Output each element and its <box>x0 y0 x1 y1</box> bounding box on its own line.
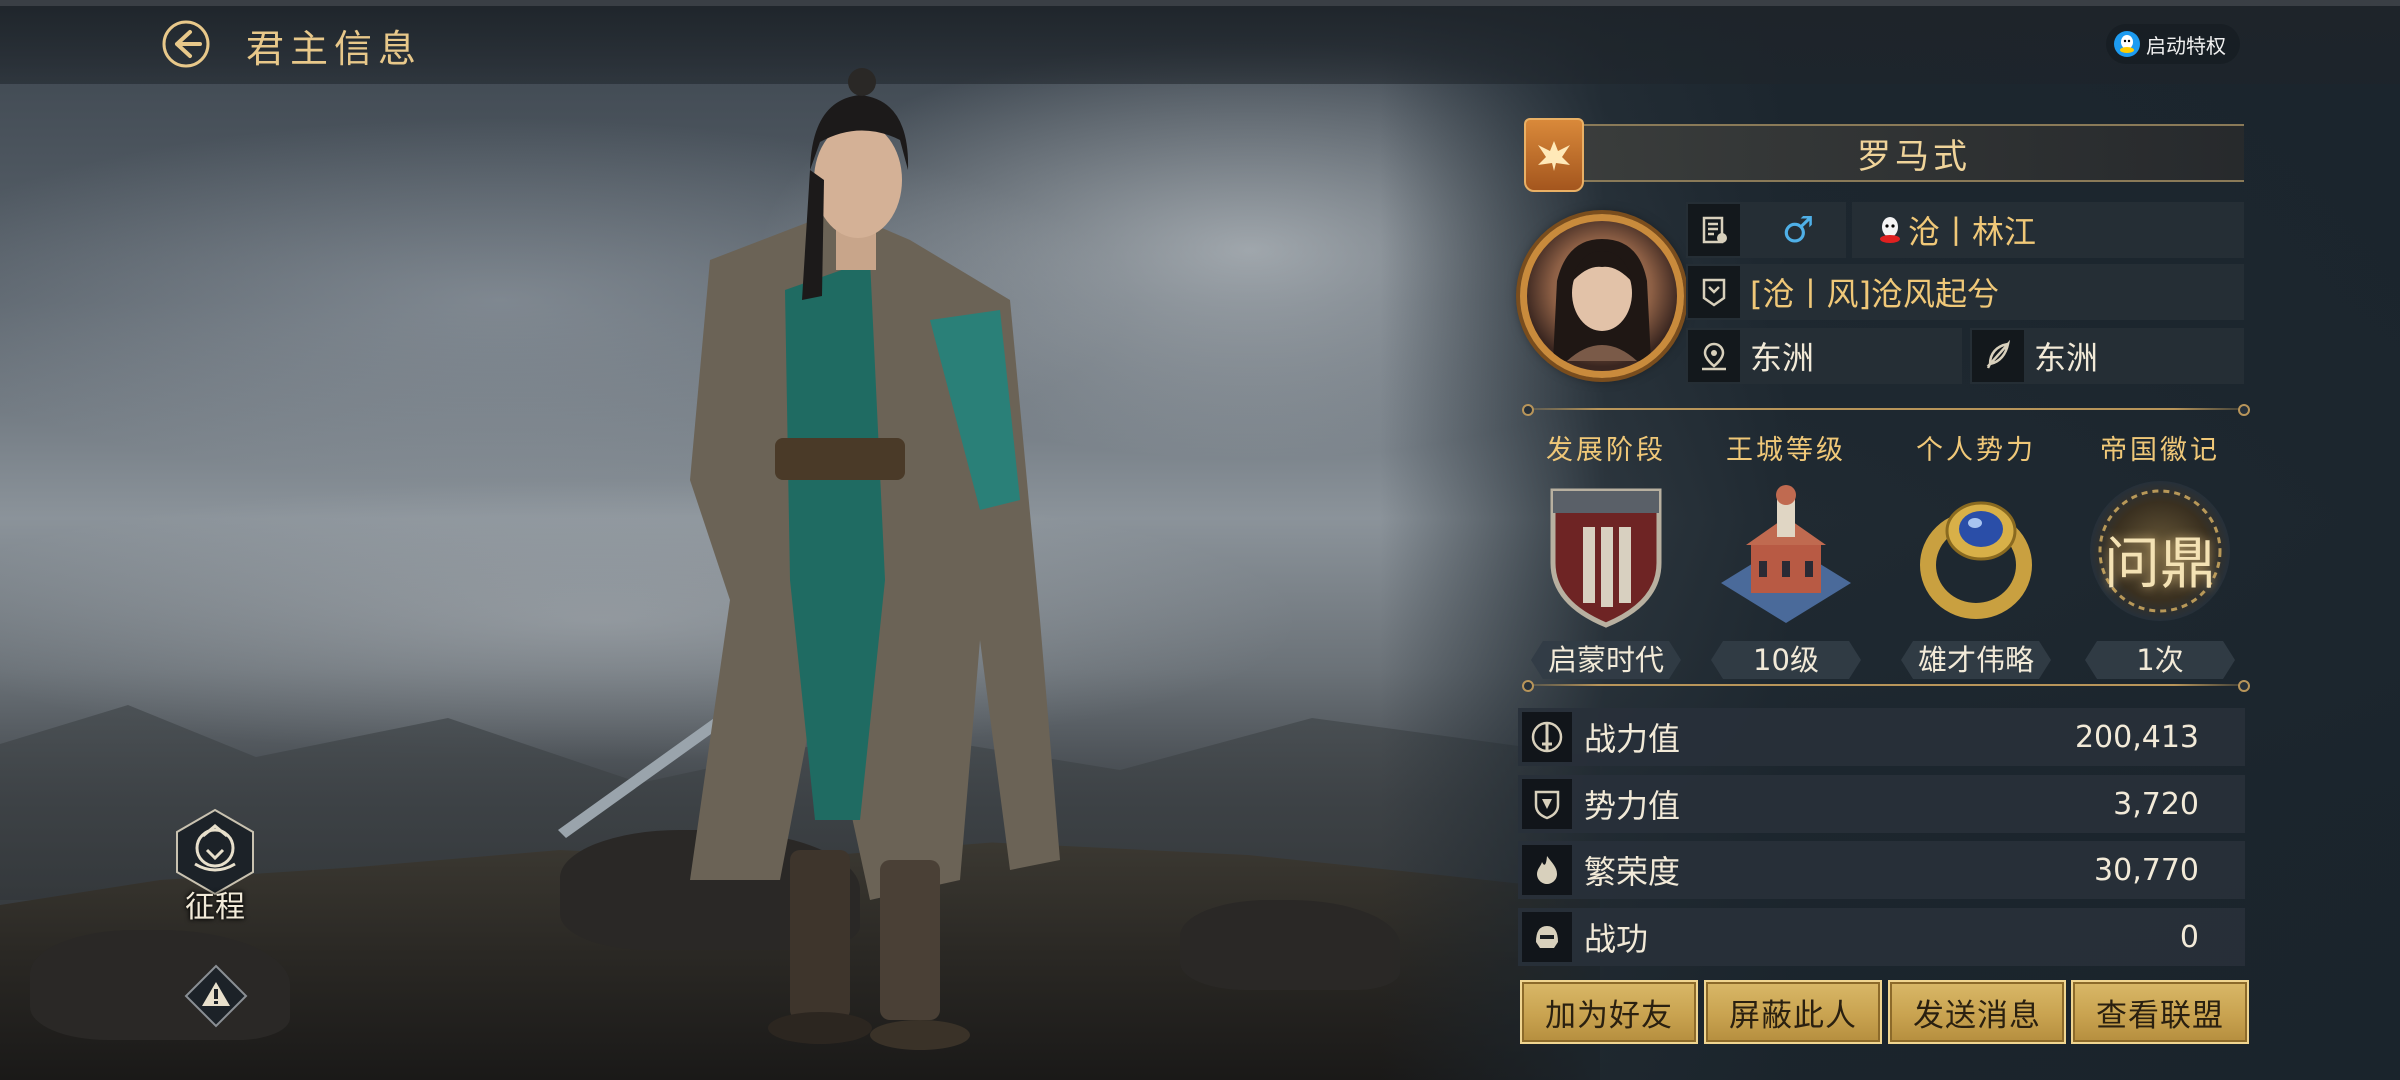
head <box>814 122 902 238</box>
back-button[interactable] <box>158 18 214 70</box>
shield-icon <box>1522 779 1572 829</box>
background-rock <box>1180 900 1400 990</box>
server-name: 沧丨林江 <box>1908 213 2037 251</box>
expedition-button[interactable]: 征程 <box>160 806 270 926</box>
stat-value: 200,413 <box>2074 719 2199 755</box>
alliance-cell[interactable]: [沧丨风]沧风起兮 <box>1686 264 2244 320</box>
stat-row-influence[interactable]: 势力值 3,720 <box>1518 775 2245 833</box>
alliance-banner-icon <box>1688 266 1740 318</box>
alliance-name: [沧丨风]沧风起兮 <box>1750 275 1999 313</box>
stat-value: 30,770 <box>2094 852 2199 888</box>
faction-emblem <box>1524 118 1584 192</box>
stat-row-combat-power[interactable]: 战力值 200,413 <box>1518 708 2245 766</box>
right-boot <box>880 860 940 1020</box>
send-message-button[interactable]: 发送消息 <box>1888 980 2066 1044</box>
sapphire-ring-icon <box>1920 501 2032 619</box>
feature-value: 雄才伟略 <box>1901 641 2051 679</box>
feature-value: 启蒙时代 <box>1531 641 1681 679</box>
region-cell: 东洲 <box>1686 328 1962 384</box>
shield-crest-icon <box>1550 488 1662 628</box>
add-friend-button[interactable]: 加为好友 <box>1520 980 1698 1044</box>
royal-city-icon <box>1721 485 1851 623</box>
sword-icon <box>1522 712 1572 762</box>
warning-icon <box>184 964 248 1028</box>
feature-city-level[interactable]: 王城等级 10级 <box>1696 428 1876 679</box>
helmet-icon <box>1522 912 1572 962</box>
feature-empire-emblem[interactable]: 帝国徽记 问鼎 1次 <box>2070 428 2250 679</box>
back-arrow-icon <box>162 20 210 68</box>
player-name: 罗马式 <box>1584 124 2244 182</box>
privilege-button[interactable]: 启动特权 <box>2106 24 2240 64</box>
block-user-button[interactable]: 屏蔽此人 <box>1704 980 1882 1044</box>
qq-small-icon <box>1878 216 1902 244</box>
stat-label: 势力值 <box>1584 787 1681 825</box>
emblem-text: 问鼎 <box>2104 532 2216 597</box>
stat-label: 繁荣度 <box>1584 853 1681 891</box>
stat-label: 战力值 <box>1584 720 1681 758</box>
feature-title: 帝国徽记 <box>2100 435 2220 466</box>
divider-top <box>1522 404 2250 416</box>
view-alliance-button[interactable]: 查看联盟 <box>2071 980 2249 1044</box>
feature-title: 个人势力 <box>1916 435 2036 466</box>
feature-title: 王城等级 <box>1726 435 1846 466</box>
qq-icon <box>2114 31 2140 57</box>
player-card-cell[interactable]: ♂ <box>1686 202 1846 258</box>
feature-personal-power[interactable]: 个人势力 雄才伟略 <box>1886 428 2066 679</box>
feature-value: 1次 <box>2085 641 2235 679</box>
origin-name: 东洲 <box>2034 339 2099 377</box>
region-name: 东洲 <box>1750 339 1815 377</box>
stat-row-merit[interactable]: 战功 0 <box>1518 908 2245 966</box>
feature-development-stage[interactable]: 发展阶段 启蒙时代 <box>1516 428 1696 679</box>
id-card-icon <box>1688 204 1740 256</box>
hair-bun <box>848 68 876 96</box>
privilege-label: 启动特权 <box>2146 33 2226 58</box>
flame-icon <box>1522 845 1572 895</box>
lord-character-figure <box>558 68 1060 1050</box>
stat-value: 0 <box>2179 919 2199 955</box>
avatar-portrait <box>1553 239 1651 361</box>
feather-icon <box>1972 330 2024 382</box>
feature-value: 10级 <box>1711 641 1861 679</box>
report-button[interactable] <box>182 962 250 1030</box>
name-bar: 罗马式 <box>1524 118 2244 192</box>
left-foot <box>768 1012 872 1044</box>
server-cell: 沧丨林江 <box>1852 202 2244 258</box>
right-foot <box>870 1020 970 1050</box>
feature-title: 发展阶段 <box>1546 435 1666 466</box>
page-title: 君主信息 <box>246 27 423 71</box>
belt <box>775 438 905 480</box>
divider-bottom <box>1522 680 2250 692</box>
stat-label: 战功 <box>1584 920 1649 958</box>
left-boot <box>790 850 850 1020</box>
stat-row-prosperity[interactable]: 繁荣度 30,770 <box>1518 841 2245 899</box>
player-avatar[interactable] <box>1520 214 1684 378</box>
origin-cell: 东洲 <box>1970 328 2244 384</box>
expedition-label: 征程 <box>185 890 245 925</box>
phoenix-icon <box>1538 141 1570 171</box>
stat-value: 3,720 <box>2113 786 2199 822</box>
gender-symbol: ♂ <box>1781 209 1815 251</box>
location-pin-icon <box>1688 330 1740 382</box>
background-rock <box>30 930 290 1040</box>
